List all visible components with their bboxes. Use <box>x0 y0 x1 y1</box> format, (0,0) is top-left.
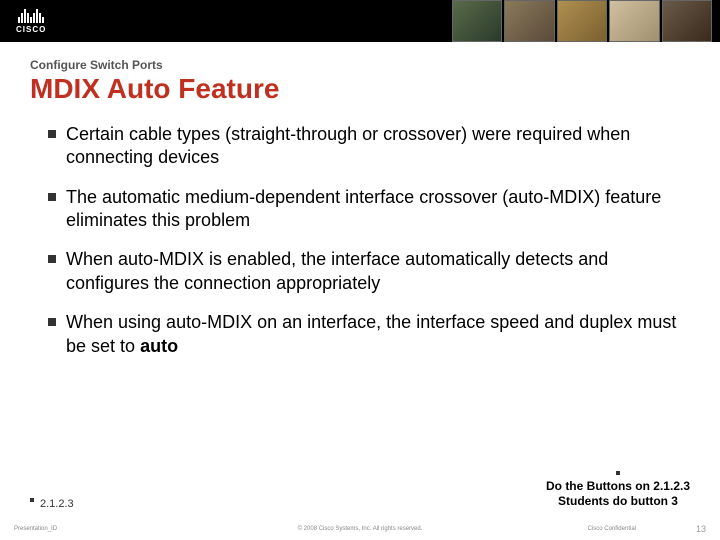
section-reference: 2.1.2.3 <box>30 498 74 510</box>
bullet-list: Certain cable types (straight-through or… <box>30 123 690 358</box>
bullet-text: When using auto-MDIX on an interface, th… <box>66 311 690 358</box>
bullet-text: The automatic medium-dependent interface… <box>66 186 690 233</box>
bullet-item: The automatic medium-dependent interface… <box>48 186 690 233</box>
cisco-logo-text: CISCO <box>16 25 46 34</box>
page-number: 13 <box>696 524 706 534</box>
slide-content: Configure Switch Ports MDIX Auto Feature… <box>0 42 720 358</box>
slide-footer: Presentation_ID © 2008 Cisco Systems, In… <box>0 524 720 534</box>
header-bar: CISCO <box>0 0 720 42</box>
header-people-image <box>452 0 712 42</box>
bullet-square-icon <box>48 255 56 263</box>
assignment-line-2: Students do button 3 <box>546 494 690 510</box>
bullet-text: When auto-MDIX is enabled, the interface… <box>66 248 690 295</box>
assignment-line-1: Do the Buttons on 2.1.2.3 <box>546 479 690 495</box>
bullet-square-icon <box>48 193 56 201</box>
bullet-item: When using auto-MDIX on an interface, th… <box>48 311 690 358</box>
bullet-text: Certain cable types (straight-through or… <box>66 123 690 170</box>
slide-title: MDIX Auto Feature <box>30 74 690 105</box>
slide-pretitle: Configure Switch Ports <box>30 58 690 72</box>
cisco-logo: CISCO <box>16 9 46 34</box>
bullet-square-icon <box>48 318 56 326</box>
tiny-bullet-icon <box>616 471 620 475</box>
bullet-item: When auto-MDIX is enabled, the interface… <box>48 248 690 295</box>
copyright-text: © 2008 Cisco Systems, Inc. All rights re… <box>298 526 423 532</box>
presentation-id: Presentation_ID <box>14 526 57 532</box>
tiny-bullet-icon <box>30 498 34 502</box>
bullet-square-icon <box>48 130 56 138</box>
assignment-note: Do the Buttons on 2.1.2.3 Students do bu… <box>546 471 690 510</box>
confidential-text: Cisco Confidential <box>588 526 636 532</box>
cisco-logo-bars-icon <box>18 9 44 23</box>
section-number: 2.1.2.3 <box>40 498 74 510</box>
bullet-item: Certain cable types (straight-through or… <box>48 123 690 170</box>
bottom-notes: 2.1.2.3 Do the Buttons on 2.1.2.3 Studen… <box>30 471 690 510</box>
